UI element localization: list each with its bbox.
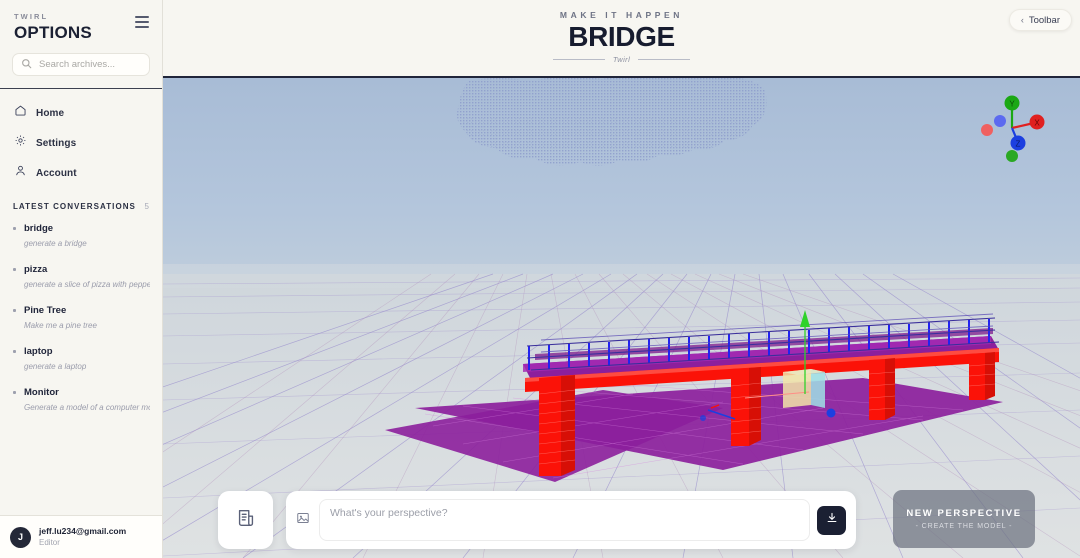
- hamburger-icon[interactable]: [135, 16, 149, 28]
- app-logo: MAKE IT HAPPEN BRIDGE Twirl: [553, 10, 690, 64]
- gizmo-y-label: Y: [1009, 100, 1015, 109]
- latest-conversations-header: LATEST CONVERSATIONS 5: [0, 192, 162, 218]
- sidebar-brand-kicker: TWIRL: [14, 12, 148, 21]
- section-title: LATEST CONVERSATIONS: [13, 202, 136, 211]
- conversation-title: pizza: [12, 263, 150, 276]
- sidebar-item-label: Account: [36, 168, 77, 179]
- user-role: Editor: [39, 537, 126, 548]
- sidebar-brand-title: OPTIONS: [14, 23, 148, 43]
- avatar: J: [10, 527, 31, 548]
- sidebar-item-home[interactable]: Home: [0, 98, 162, 128]
- conversation-list: bridge generate a bridge pizza generate …: [0, 218, 162, 515]
- model-viewport[interactable]: Y X Z NEW PERSPECTIVE - CREATE THE MODEL…: [163, 78, 1080, 558]
- sidebar-header: TWIRL OPTIONS: [0, 0, 162, 43]
- new-perspective-subtitle: - CREATE THE MODEL -: [916, 523, 1013, 530]
- conversation-subtitle: generate a bridge: [12, 238, 150, 249]
- gizmo-axis-y-negative: [1006, 150, 1018, 162]
- list-item[interactable]: bridge generate a bridge: [0, 218, 162, 253]
- download-icon: [825, 511, 839, 530]
- sidebar-search-wrap: [0, 43, 162, 88]
- scene-svg: [163, 78, 1080, 558]
- conversation-subtitle: Generate a model of a computer monitor: [12, 402, 150, 413]
- new-perspective-button[interactable]: NEW PERSPECTIVE - CREATE THE MODEL -: [893, 490, 1035, 548]
- person-icon: [14, 164, 27, 182]
- gizmo-z-label: Z: [1016, 140, 1021, 149]
- toolbar-toggle-button[interactable]: ‹ Toolbar: [1009, 9, 1072, 31]
- list-item[interactable]: Monitor Generate a model of a computer m…: [0, 382, 162, 417]
- conversation-title: laptop: [12, 345, 150, 358]
- conversation-title: Pine Tree: [12, 304, 150, 317]
- new-perspective-title: NEW PERSPECTIVE: [906, 508, 1021, 519]
- logo-rule: Twirl: [553, 55, 690, 64]
- gizmo-axis-x-negative: [981, 124, 993, 136]
- image-icon: [296, 511, 310, 530]
- sidebar-item-account[interactable]: Account: [0, 158, 162, 188]
- user-info: jeff.lu234@gmail.com Editor: [39, 526, 126, 548]
- search-input[interactable]: [39, 59, 141, 70]
- composer: [286, 491, 856, 549]
- search-icon: [21, 56, 32, 74]
- conversation-subtitle: Make me a pine tree: [12, 320, 150, 331]
- list-item[interactable]: laptop generate a laptop: [0, 341, 162, 376]
- sidebar-item-settings[interactable]: Settings: [0, 128, 162, 158]
- rule-right: [638, 59, 690, 60]
- list-item[interactable]: Pine Tree Make me a pine tree: [0, 300, 162, 335]
- gear-icon: [14, 134, 27, 152]
- conversation-title: bridge: [12, 222, 150, 235]
- scroll-icon: [235, 507, 257, 534]
- logo-kicker: MAKE IT HAPPEN: [553, 10, 690, 20]
- sidebar-divider: [0, 88, 162, 89]
- selection-helper: [783, 369, 825, 408]
- top-header: MAKE IT HAPPEN BRIDGE Twirl ‹ Toolbar: [163, 0, 1080, 78]
- rule-left: [553, 59, 605, 60]
- app-root: TWIRL OPTIONS: [0, 0, 1080, 558]
- gizmo-x-label: X: [1034, 119, 1040, 128]
- orientation-gizmo[interactable]: Y X Z: [972, 88, 1052, 166]
- toolbar-button-label: Toolbar: [1029, 15, 1060, 26]
- home-icon: [14, 104, 27, 122]
- scroll-button[interactable]: [218, 491, 273, 549]
- sidebar: TWIRL OPTIONS: [0, 0, 163, 558]
- search-box[interactable]: [12, 53, 150, 76]
- composer-row: [218, 491, 856, 549]
- conversation-subtitle: generate a slice of pizza with pepperoni…: [12, 279, 150, 290]
- user-footer[interactable]: J jeff.lu234@gmail.com Editor: [0, 515, 162, 558]
- chevron-left-icon: ‹: [1021, 15, 1024, 25]
- send-button[interactable]: [817, 506, 846, 535]
- gizmo-axis-z-negative: [994, 115, 1006, 127]
- image-button[interactable]: [294, 511, 312, 529]
- main-area: MAKE IT HAPPEN BRIDGE Twirl ‹ Toolbar: [163, 0, 1080, 558]
- logo-subtitle: Twirl: [613, 55, 630, 64]
- conversation-subtitle: generate a laptop: [12, 361, 150, 372]
- user-email: jeff.lu234@gmail.com: [39, 526, 126, 537]
- sidebar-item-label: Settings: [36, 138, 76, 149]
- cloud-fringe: [463, 118, 793, 148]
- sidebar-item-label: Home: [36, 108, 64, 119]
- sidebar-nav: Home Settings Account: [0, 89, 162, 192]
- conversation-title: Monitor: [12, 386, 150, 399]
- conversation-count: 5: [145, 202, 149, 211]
- list-item[interactable]: pizza generate a slice of pizza with pep…: [0, 259, 162, 294]
- prompt-input[interactable]: [319, 499, 810, 541]
- logo-title: BRIDGE: [553, 22, 690, 52]
